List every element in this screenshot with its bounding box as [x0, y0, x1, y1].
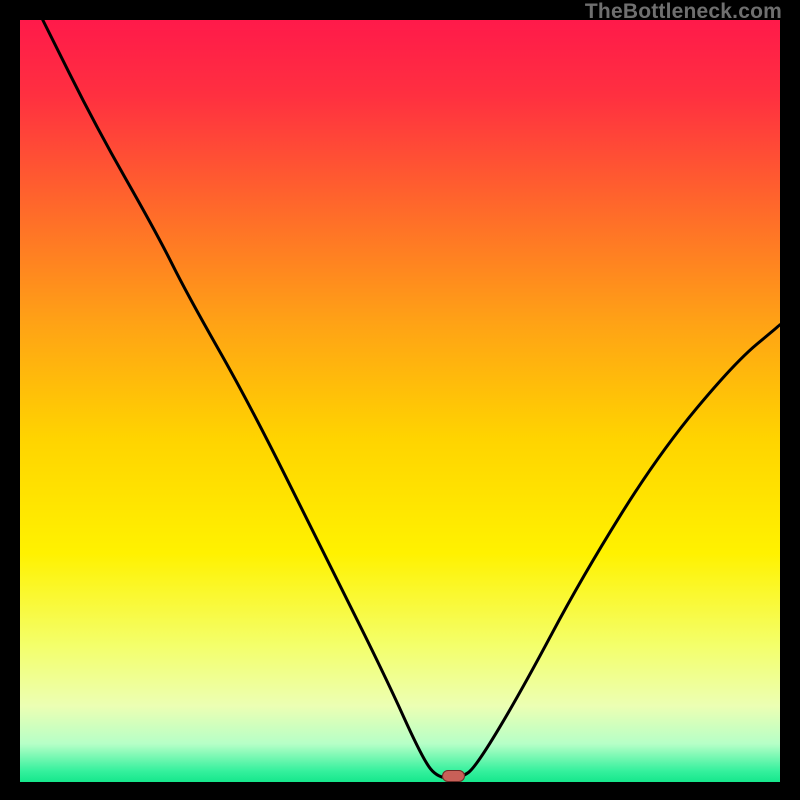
chart-frame: TheBottleneck.com [0, 0, 800, 800]
plot-area [20, 20, 780, 782]
optimal-marker [442, 770, 465, 781]
watermark-text: TheBottleneck.com [585, 0, 782, 24]
